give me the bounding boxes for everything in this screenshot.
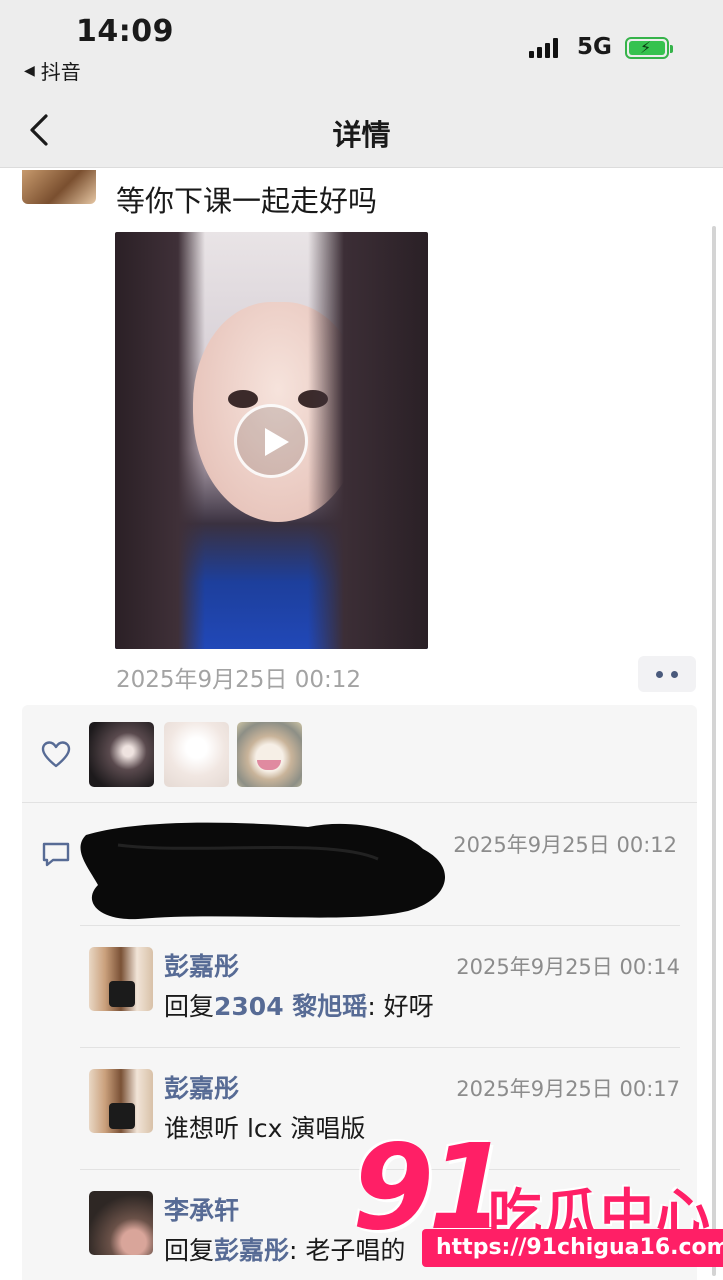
poster-avatar[interactable] bbox=[22, 170, 96, 204]
commenter-name[interactable]: 李承轩 bbox=[164, 1191, 239, 1227]
battery-icon: ⚡ bbox=[625, 37, 673, 59]
more-dot-icon bbox=[671, 670, 678, 678]
watermark-url: https://91chigua16.com bbox=[422, 1229, 723, 1267]
likes-row bbox=[22, 705, 697, 803]
avatar[interactable] bbox=[89, 947, 153, 1011]
reply-item[interactable]: 彭嘉彤 2025年9月25日 00:14 回复2304 黎旭瑶: 好呀 bbox=[80, 925, 680, 1047]
liker-avatar[interactable] bbox=[164, 722, 229, 787]
signal-icon bbox=[529, 38, 558, 58]
avatar[interactable] bbox=[89, 1069, 153, 1133]
comment-timestamp: 2025年9月25日 00:14 bbox=[456, 955, 680, 979]
comment-text: 回复2304 黎旭瑶: 好呀 bbox=[164, 992, 434, 1021]
watermark: 91 吃瓜中心 https://91chigua16.com bbox=[352, 1128, 723, 1276]
more-options-button[interactable] bbox=[638, 656, 696, 692]
scrollbar[interactable] bbox=[712, 226, 716, 1276]
status-time: 14:09 bbox=[76, 14, 174, 49]
redaction-mark bbox=[80, 822, 446, 920]
liker-avatar[interactable] bbox=[237, 722, 302, 787]
comment-timestamp: 2025年9月25日 00:12 bbox=[453, 833, 677, 857]
comment-text: 谁想听 lcx 演唱版 bbox=[164, 1114, 366, 1143]
heart-icon bbox=[41, 741, 71, 768]
post-text: 等你下课一起走好吗 bbox=[116, 184, 378, 218]
status-bar: 14:09 ◀ 抖音 5G ⚡ bbox=[0, 0, 723, 92]
back-app-label: 抖音 bbox=[40, 60, 81, 84]
network-type: 5G bbox=[577, 34, 612, 60]
page-title: 详情 bbox=[332, 118, 391, 152]
back-triangle-icon: ◀ bbox=[24, 62, 35, 79]
post-timestamp: 2025年9月25日 00:12 bbox=[116, 667, 362, 693]
nav-bar: 详情 bbox=[0, 92, 723, 168]
play-icon[interactable] bbox=[234, 404, 308, 478]
comment-timestamp: 2025年9月25日 00:17 bbox=[456, 1077, 680, 1101]
reply-target-name[interactable]: 2304 黎旭瑶 bbox=[214, 992, 367, 1021]
more-dot-icon bbox=[656, 670, 663, 678]
liker-avatar[interactable] bbox=[89, 722, 154, 787]
back-to-app-link[interactable]: ◀ 抖音 bbox=[24, 56, 81, 85]
reply-target-name[interactable]: 彭嘉彤 bbox=[214, 1236, 289, 1265]
commenter-name[interactable]: 彭嘉彤 bbox=[164, 947, 239, 983]
avatar[interactable] bbox=[89, 1191, 153, 1255]
comment-icon bbox=[42, 842, 70, 867]
commenter-name[interactable]: 彭嘉彤 bbox=[164, 1069, 239, 1105]
video-thumbnail[interactable] bbox=[115, 232, 428, 649]
